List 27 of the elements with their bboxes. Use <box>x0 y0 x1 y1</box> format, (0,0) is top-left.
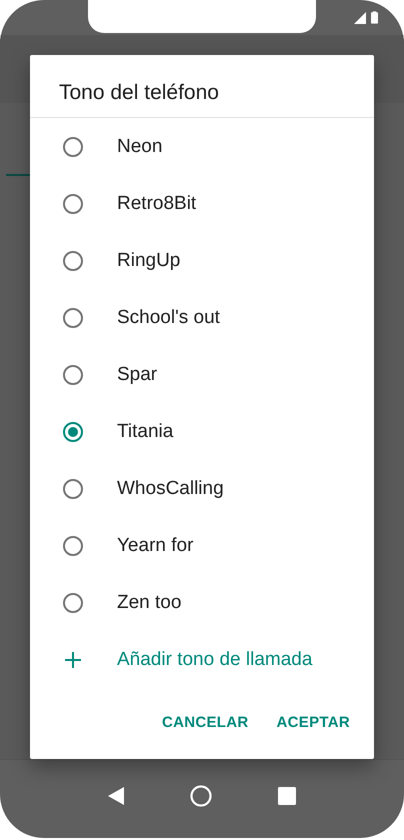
ringtone-option[interactable]: Titania <box>30 403 374 460</box>
ringtone-option[interactable]: Neon <box>30 118 374 175</box>
dialog-title: Tono del teléfono <box>30 55 374 118</box>
ringtone-option[interactable]: School's out <box>30 289 374 346</box>
radio-button[interactable] <box>63 194 83 214</box>
radio-button[interactable] <box>63 422 83 442</box>
ringtone-option[interactable]: Yearn for <box>30 517 374 574</box>
ringtone-option[interactable]: WhosCalling <box>30 460 374 517</box>
add-ringtone-link[interactable]: Añadir tono de llamada <box>30 631 374 688</box>
battery-icon <box>371 11 378 24</box>
radio-button[interactable] <box>63 250 83 270</box>
back-icon[interactable] <box>108 787 124 805</box>
radio-button[interactable] <box>63 592 83 612</box>
dialog-button[interactable]: CANCELAR <box>154 706 256 739</box>
plus-icon <box>65 652 81 668</box>
signal-icon <box>354 12 366 24</box>
ringtone-option[interactable]: Retro8Bit <box>30 175 374 232</box>
radio-button[interactable] <box>63 308 83 328</box>
ringtone-option[interactable]: RingUp <box>30 232 374 289</box>
radio-button[interactable] <box>63 478 83 498</box>
ringtone-option[interactable]: Zen too <box>30 574 374 631</box>
home-icon[interactable] <box>190 785 212 807</box>
radio-button[interactable] <box>63 364 83 384</box>
radio-button[interactable] <box>63 136 83 156</box>
ringtone-option[interactable]: Spar <box>30 346 374 403</box>
dialog-button[interactable]: ACEPTAR <box>268 706 358 739</box>
radio-button[interactable] <box>63 536 83 556</box>
